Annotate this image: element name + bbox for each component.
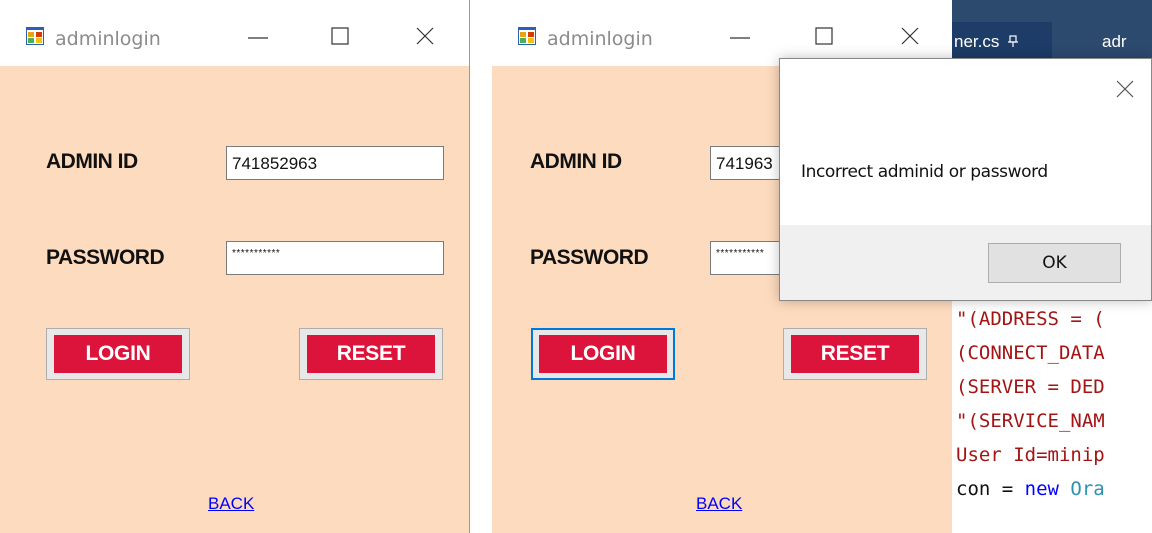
maximize-icon[interactable] <box>320 18 360 54</box>
title-bar[interactable]: adminlogin <box>0 0 469 66</box>
editor-tab[interactable]: ner.cs <box>952 22 1052 58</box>
code-token: new <box>1024 478 1059 500</box>
editor-tab-label: ner.cs <box>954 32 1000 51</box>
code-line: (CONNECT_DATA <box>956 342 1105 364</box>
login-button[interactable]: LOGIN <box>46 328 190 380</box>
code-token: Ora <box>1058 478 1105 500</box>
password-input[interactable]: *********** <box>226 241 444 275</box>
back-link[interactable]: BACK <box>696 494 742 514</box>
editor-tab-label: adr <box>1102 32 1127 51</box>
minimize-icon[interactable] <box>720 18 760 54</box>
reset-button[interactable]: RESET <box>783 328 927 380</box>
ok-button[interactable]: OK <box>988 243 1121 283</box>
reset-button[interactable]: RESET <box>299 328 443 380</box>
code-line: "(ADDRESS = ( <box>956 308 1105 330</box>
close-icon[interactable] <box>890 18 930 54</box>
code-line: (SERVER = DED <box>956 376 1105 398</box>
message-box-body: Incorrect adminid or password <box>780 59 1151 225</box>
reset-button-label: RESET <box>307 335 435 373</box>
login-button-label: LOGIN <box>54 335 182 373</box>
admin-id-label: ADMIN ID <box>530 150 622 173</box>
code-line: con = new Ora <box>956 478 1105 500</box>
window-title: adminlogin <box>55 28 161 50</box>
login-button-label: LOGIN <box>539 335 667 373</box>
adminlogin-window-1: adminlogin ADMIN ID 741852963 PASSWORD *… <box>0 0 470 533</box>
close-icon[interactable] <box>1113 77 1137 101</box>
back-link[interactable]: BACK <box>208 494 254 514</box>
title-bar[interactable]: adminlogin <box>492 0 952 66</box>
minimize-icon[interactable] <box>238 18 278 54</box>
window-title: adminlogin <box>547 28 653 50</box>
close-icon[interactable] <box>405 18 445 54</box>
error-message-box: Incorrect adminid or password OK <box>779 58 1152 301</box>
app-form-icon <box>518 27 536 45</box>
maximize-icon[interactable] <box>804 18 844 54</box>
login-button[interactable]: LOGIN <box>531 328 675 380</box>
pin-icon[interactable] <box>1008 35 1019 47</box>
code-token: con <box>956 478 991 500</box>
error-message-text: Incorrect adminid or password <box>801 162 1048 182</box>
admin-id-input[interactable]: 741852963 <box>226 146 444 180</box>
password-label: PASSWORD <box>530 246 649 269</box>
admin-id-label: ADMIN ID <box>46 150 138 173</box>
password-label: PASSWORD <box>46 246 165 269</box>
code-line: User Id=minip <box>956 444 1105 466</box>
code-line: "(SERVICE_NAM <box>956 410 1105 432</box>
editor-tab-strip: ner.cs adr <box>952 0 1152 58</box>
editor-tab[interactable]: adr <box>1102 22 1152 58</box>
code-token: = <box>990 478 1025 500</box>
reset-button-label: RESET <box>791 335 919 373</box>
app-form-icon <box>26 27 44 45</box>
